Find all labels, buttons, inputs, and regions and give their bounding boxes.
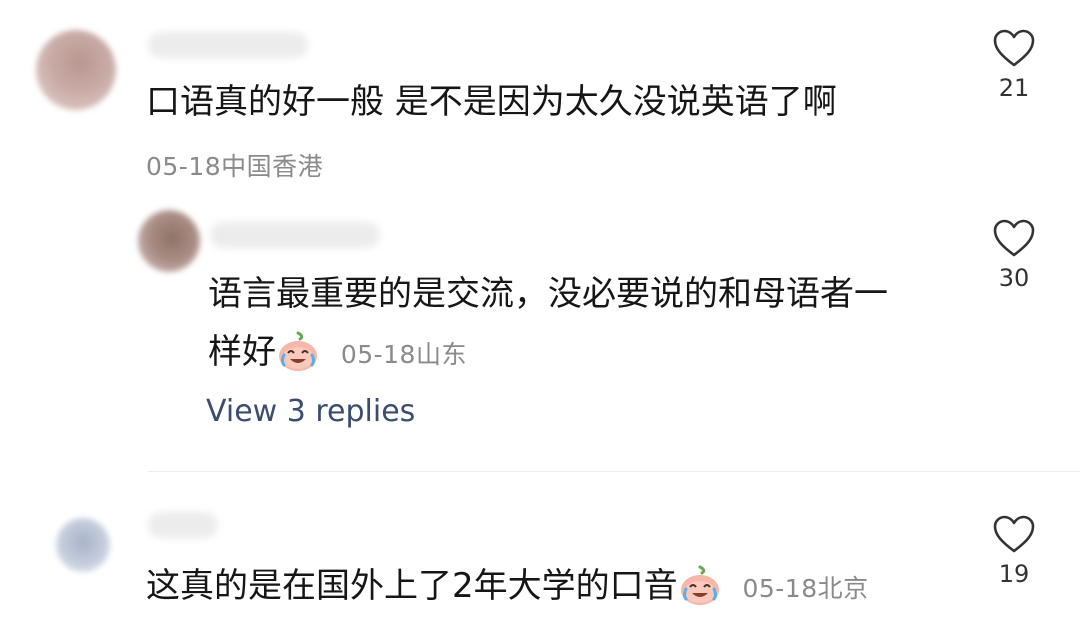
like-count: 30: [998, 264, 1030, 292]
avatar[interactable]: [56, 518, 110, 572]
divider: [148, 471, 1080, 472]
like-button[interactable]: 30: [984, 218, 1044, 292]
like-count: 19: [998, 560, 1030, 588]
comment-text-line2: 样好 05-18山东: [208, 328, 467, 379]
username-blurred[interactable]: [148, 512, 218, 538]
heart-icon: [993, 29, 1035, 67]
like-count: 21: [998, 74, 1030, 102]
crying-laughing-peach-icon: [678, 563, 722, 607]
avatar[interactable]: [36, 30, 116, 110]
avatar[interactable]: [138, 210, 200, 272]
heart-icon: [993, 515, 1035, 553]
crying-laughing-peach-icon: [276, 329, 320, 373]
view-replies-link[interactable]: View 3 replies: [206, 394, 415, 429]
comment-date: 05-18: [340, 340, 416, 369]
like-button[interactable]: 19: [984, 514, 1044, 588]
comment-date: 05-18: [146, 152, 222, 181]
comment-region: 山东: [415, 340, 467, 369]
comment-region: 中国香港: [221, 152, 324, 181]
heart-icon: [993, 219, 1035, 257]
comment-region: 北京: [817, 574, 869, 603]
username-blurred[interactable]: [148, 32, 308, 58]
comment-text: 这真的是在国外上了2年大学的口音 05-18北京: [146, 562, 869, 613]
like-button[interactable]: 21: [984, 28, 1044, 102]
username-blurred[interactable]: [210, 222, 380, 248]
comment-date: 05-18: [742, 574, 818, 603]
comment-text: 口语真的好一般 是不是因为太久没说英语了啊: [146, 82, 837, 122]
comment-meta: 05-18中国香港: [146, 140, 323, 191]
comment-text: 语言最重要的是交流，没必要说的和母语者一: [208, 274, 888, 314]
